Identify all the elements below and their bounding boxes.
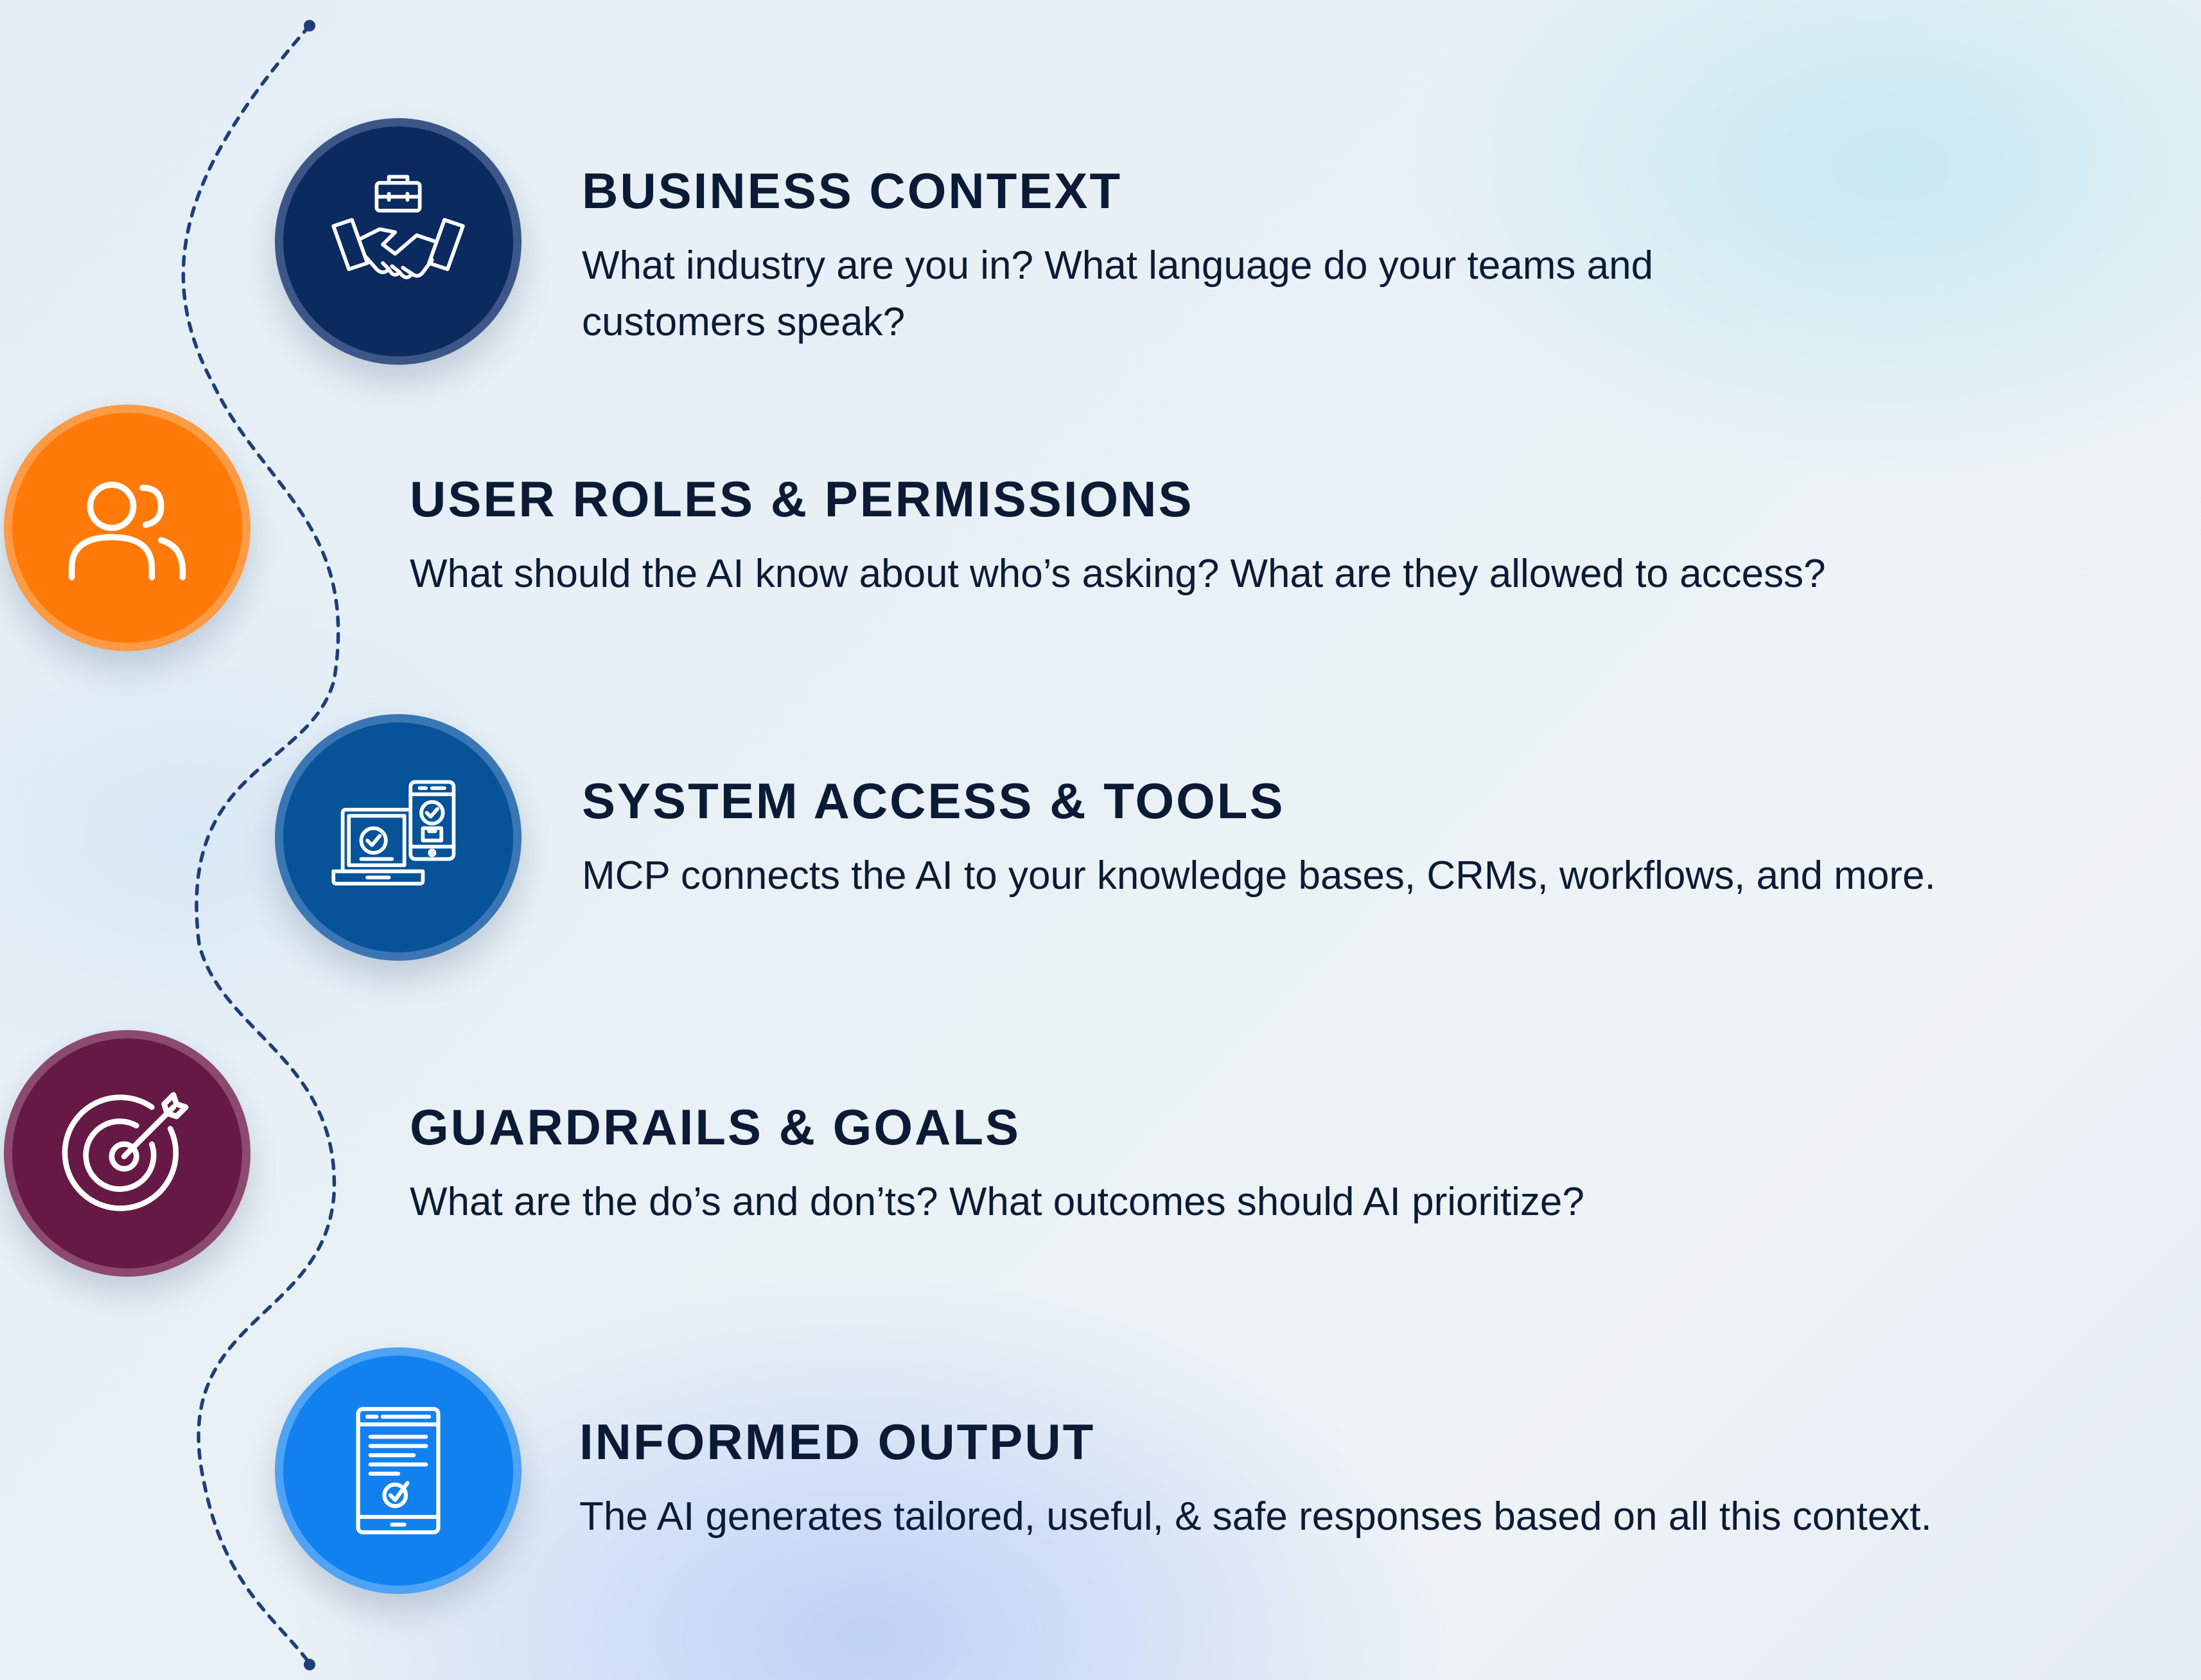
guardrails-goals-text: GUARDRAILS & GOALS What are the do’s and…: [410, 1102, 1584, 1230]
document-check-icon: [356, 1406, 441, 1535]
description-line: The AI generates tailored, useful, & saf…: [579, 1494, 1932, 1539]
step-title: BUSINESS CONTEXT: [582, 162, 1123, 219]
devices-check-icon: [331, 780, 456, 886]
description-line: What should the AI know about who’s aski…: [410, 552, 1826, 596]
step-title: SYSTEM ACCESS & TOOLS: [582, 773, 1285, 829]
target-arrow-icon: [62, 1092, 189, 1211]
step-description: What industry are you in? What language …: [582, 238, 1653, 351]
user-roles-text: USER ROLES & PERMISSIONS What should the…: [410, 474, 1826, 602]
informed-output-badge: [275, 1347, 522, 1594]
business-context-badge: [275, 118, 522, 365]
guardrails-goals-badge: [4, 1030, 250, 1277]
description-line: What are the do’s and don’ts? What outco…: [410, 1180, 1584, 1224]
step-title: INFORMED OUTPUT: [579, 1413, 1096, 1470]
step-title: USER ROLES & PERMISSIONS: [410, 471, 1194, 527]
step-description: What should the AI know about who’s aski…: [410, 546, 1826, 602]
handshake-briefcase-icon: [331, 175, 465, 279]
users-icon: [68, 482, 186, 581]
system-access-badge: [275, 714, 522, 961]
timeline-end-dot: [304, 1659, 315, 1670]
description-line: customers speak?: [582, 300, 906, 344]
business-context-text: BUSINESS CONTEXT What industry are you i…: [582, 166, 1653, 351]
step-description: The AI generates tailored, useful, & saf…: [579, 1489, 1932, 1545]
description-line: What industry are you in? What language …: [582, 243, 1654, 288]
description-line: MCP connects the AI to your knowledge ba…: [582, 853, 1936, 898]
user-roles-badge: [4, 405, 250, 651]
step-description: MCP connects the AI to your knowledge ba…: [582, 848, 1936, 904]
informed-output-text: INFORMED OUTPUT The AI generates tailore…: [579, 1417, 1932, 1545]
timeline-start-dot: [304, 20, 315, 31]
step-description: What are the do’s and don’ts? What outco…: [410, 1174, 1584, 1230]
system-access-text: SYSTEM ACCESS & TOOLS MCP connects the A…: [582, 776, 1936, 904]
step-title: GUARDRAILS & GOALS: [410, 1099, 1021, 1155]
